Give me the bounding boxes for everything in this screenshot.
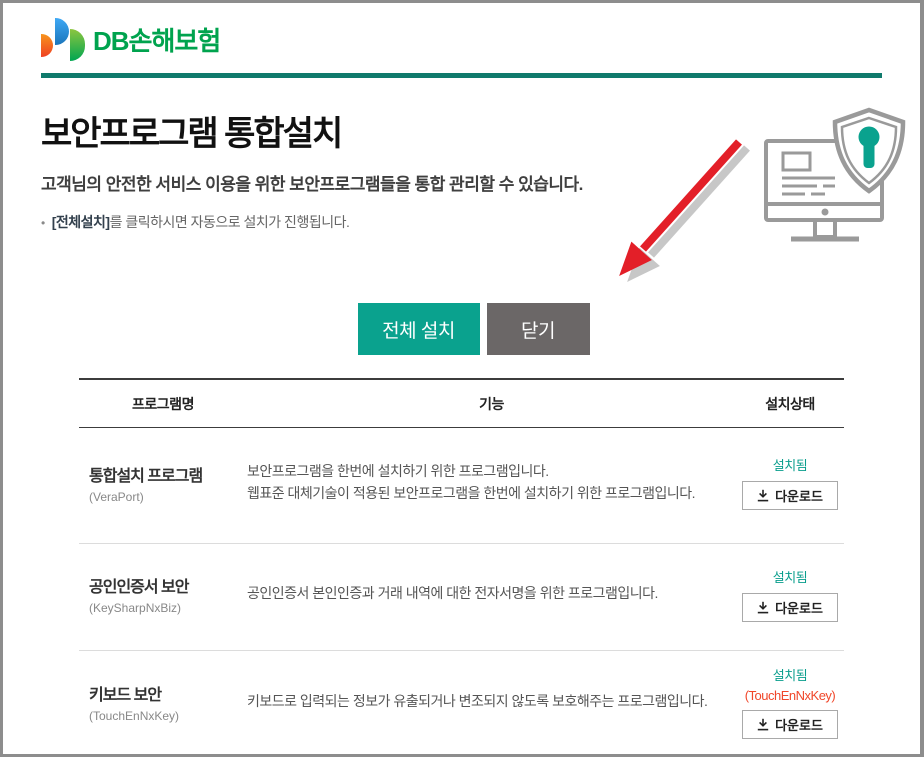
program-function-cell: 키보드로 입력되는 정보가 유출되거나 변조되지 않도록 보호해주는 프로그램입… — [247, 691, 736, 713]
program-name: 키보드 보안 — [89, 687, 162, 704]
status-badge: 설치됨 — [772, 458, 808, 473]
program-table: 프로그램명 기능 설치상태 통합설치 프로그램 (VeraPort) 보안프로그… — [79, 378, 844, 754]
column-header-program-name: 프로그램명 — [132, 395, 194, 412]
table-row: 키보드 보안 (TouchEnNxKey) 키보드로 입력되는 정보가 유출되거… — [79, 651, 844, 754]
download-icon — [757, 718, 769, 731]
program-description-line: 보안프로그램을 한번에 설치하기 위한 프로그램입니다. — [247, 462, 549, 479]
column-header-install-status: 설치상태 — [765, 395, 815, 412]
status-note: (TouchEnNxKey) — [744, 688, 836, 703]
download-button[interactable]: 다운로드 — [742, 481, 838, 510]
table-row: 공인인증서 보안 (KeySharpNxBiz) 공인인증서 본인인증과 거래 … — [79, 544, 844, 651]
program-code: (KeySharpNxBiz) — [89, 601, 182, 615]
program-name: 공인인증서 보안 — [89, 579, 190, 596]
action-buttons: 전체 설치 닫기 — [41, 303, 882, 355]
security-install-window: DB손해보험 보안프로그램 통합설치 고객님의 안전한 서비스 이용을 위한 보… — [0, 0, 924, 757]
column-header-function: 기능 — [479, 395, 504, 412]
table-row: 통합설치 프로그램 (VeraPort) 보안프로그램을 한번에 설치하기 위한… — [79, 428, 844, 544]
program-function-cell: 보안프로그램을 한번에 설치하기 위한 프로그램입니다. 웹표준 대체기술이 적… — [247, 461, 736, 504]
table-header-row: 프로그램명 기능 설치상태 — [79, 380, 844, 428]
install-all-button[interactable]: 전체 설치 — [357, 303, 480, 355]
program-code: (TouchEnNxKey) — [89, 709, 180, 723]
program-name-cell: 키보드 보안 (TouchEnNxKey) — [79, 681, 247, 723]
header: DB손해보험 — [3, 3, 920, 78]
header-divider — [41, 73, 882, 78]
program-name-cell: 통합설치 프로그램 (VeraPort) — [79, 462, 247, 504]
db-insurance-logo: DB손해보험 — [41, 17, 882, 61]
main-content: 보안프로그램 통합설치 고객님의 안전한 서비스 이용을 위한 보안프로그램들을… — [3, 106, 920, 754]
download-button[interactable]: 다운로드 — [742, 710, 838, 739]
logo-text: DB손해보험 — [93, 25, 221, 56]
install-note: [전체설치]를 클릭하시면 자동으로 설치가 진행됩니다. — [41, 212, 882, 232]
status-badge: 설치됨 — [772, 668, 808, 683]
install-status-cell: 설치됨 다운로드 — [736, 567, 844, 622]
page-title: 보안프로그램 통합설치 — [41, 115, 343, 153]
install-note-item: [전체설치]를 클릭하시면 자동으로 설치가 진행됩니다. — [41, 212, 882, 232]
install-status-cell: 설치됨 다운로드 — [736, 455, 844, 510]
program-description-line: 공인인증서 본인인증과 거래 내역에 대한 전자서명을 위한 프로그램입니다. — [247, 585, 658, 602]
install-status-cell: 설치됨 (TouchEnNxKey) 다운로드 — [736, 665, 844, 739]
download-icon — [757, 601, 769, 613]
download-icon — [757, 489, 769, 502]
program-function-cell: 공인인증서 본인인증과 거래 내역에 대한 전자서명을 위한 프로그램입니다. — [247, 583, 736, 605]
program-description-line: 키보드로 입력되는 정보가 유출되거나 변조되지 않도록 보호해주는 프로그램입… — [247, 693, 708, 710]
program-code: (VeraPort) — [89, 489, 144, 504]
install-note-highlight: [전체설치] — [51, 214, 110, 230]
db-logo-icon — [41, 17, 89, 61]
page-subtitle: 고객님의 안전한 서비스 이용을 위한 보안프로그램들을 통합 관리할 수 있습… — [41, 175, 583, 194]
program-name: 통합설치 프로그램 — [89, 467, 203, 485]
status-badge: 설치됨 — [772, 569, 808, 585]
program-description-line: 웹표준 대체기술이 적용된 보안프로그램을 한번에 설치하기 위한 프로그램입니… — [247, 484, 696, 501]
close-button[interactable]: 닫기 — [486, 303, 590, 355]
install-note-text: 를 클릭하시면 자동으로 설치가 진행됩니다. — [109, 214, 350, 230]
download-button[interactable]: 다운로드 — [742, 592, 838, 622]
program-name-cell: 공인인증서 보안 (KeySharpNxBiz) — [79, 573, 247, 615]
